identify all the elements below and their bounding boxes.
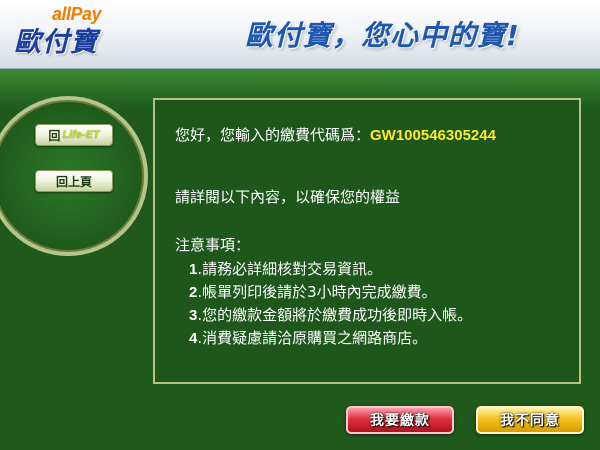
note-item: 4.消費疑慮請洽原購買之網路商店。 (189, 329, 428, 347)
payment-code: GW100546305244 (370, 127, 496, 144)
note-item: 3.您的繳款金額將於繳費成功後即時入帳。 (189, 306, 473, 324)
life-et-logo: Life-ET (62, 129, 100, 141)
greeting-text: 您好，您輸入的繳費代碼爲： (175, 126, 371, 144)
back-to-life-et-button[interactable]: 回 Life-ET (35, 124, 113, 146)
note-item: 1.請務必詳細核對交易資訊。 (189, 260, 383, 278)
notes-title: 注意事項： (175, 236, 251, 254)
disagree-button[interactable]: 我不同意 (476, 406, 584, 434)
notes-section: 注意事項： 1.請務必詳細核對交易資訊。 2.帳單列印後請於3小時內完成繳費。 … (175, 232, 472, 350)
slogan: 歐付寶，您心中的寶! (245, 19, 520, 52)
payment-info-panel: 您好，您輸入的繳費代碼爲：GW100546305244 請詳閱以下內容，以確保您… (153, 98, 581, 384)
greeting-line: 您好，您輸入的繳費代碼爲：GW100546305244 (175, 124, 496, 145)
pay-button[interactable]: 我要繳款 (346, 406, 454, 434)
header-bar: allPay 歐付寶 歐付寶，您心中的寶! (0, 0, 600, 69)
allpay-logo: 歐付寶 (14, 27, 98, 58)
instruction-text: 請詳閱以下內容，以確保您的權益 (175, 188, 401, 206)
back-button[interactable]: 回上頁 (35, 170, 113, 192)
back-to-life-et-prefix: 回 (48, 128, 61, 143)
note-item: 2.帳單列印後請於3小時內完成繳費。 (189, 283, 437, 301)
